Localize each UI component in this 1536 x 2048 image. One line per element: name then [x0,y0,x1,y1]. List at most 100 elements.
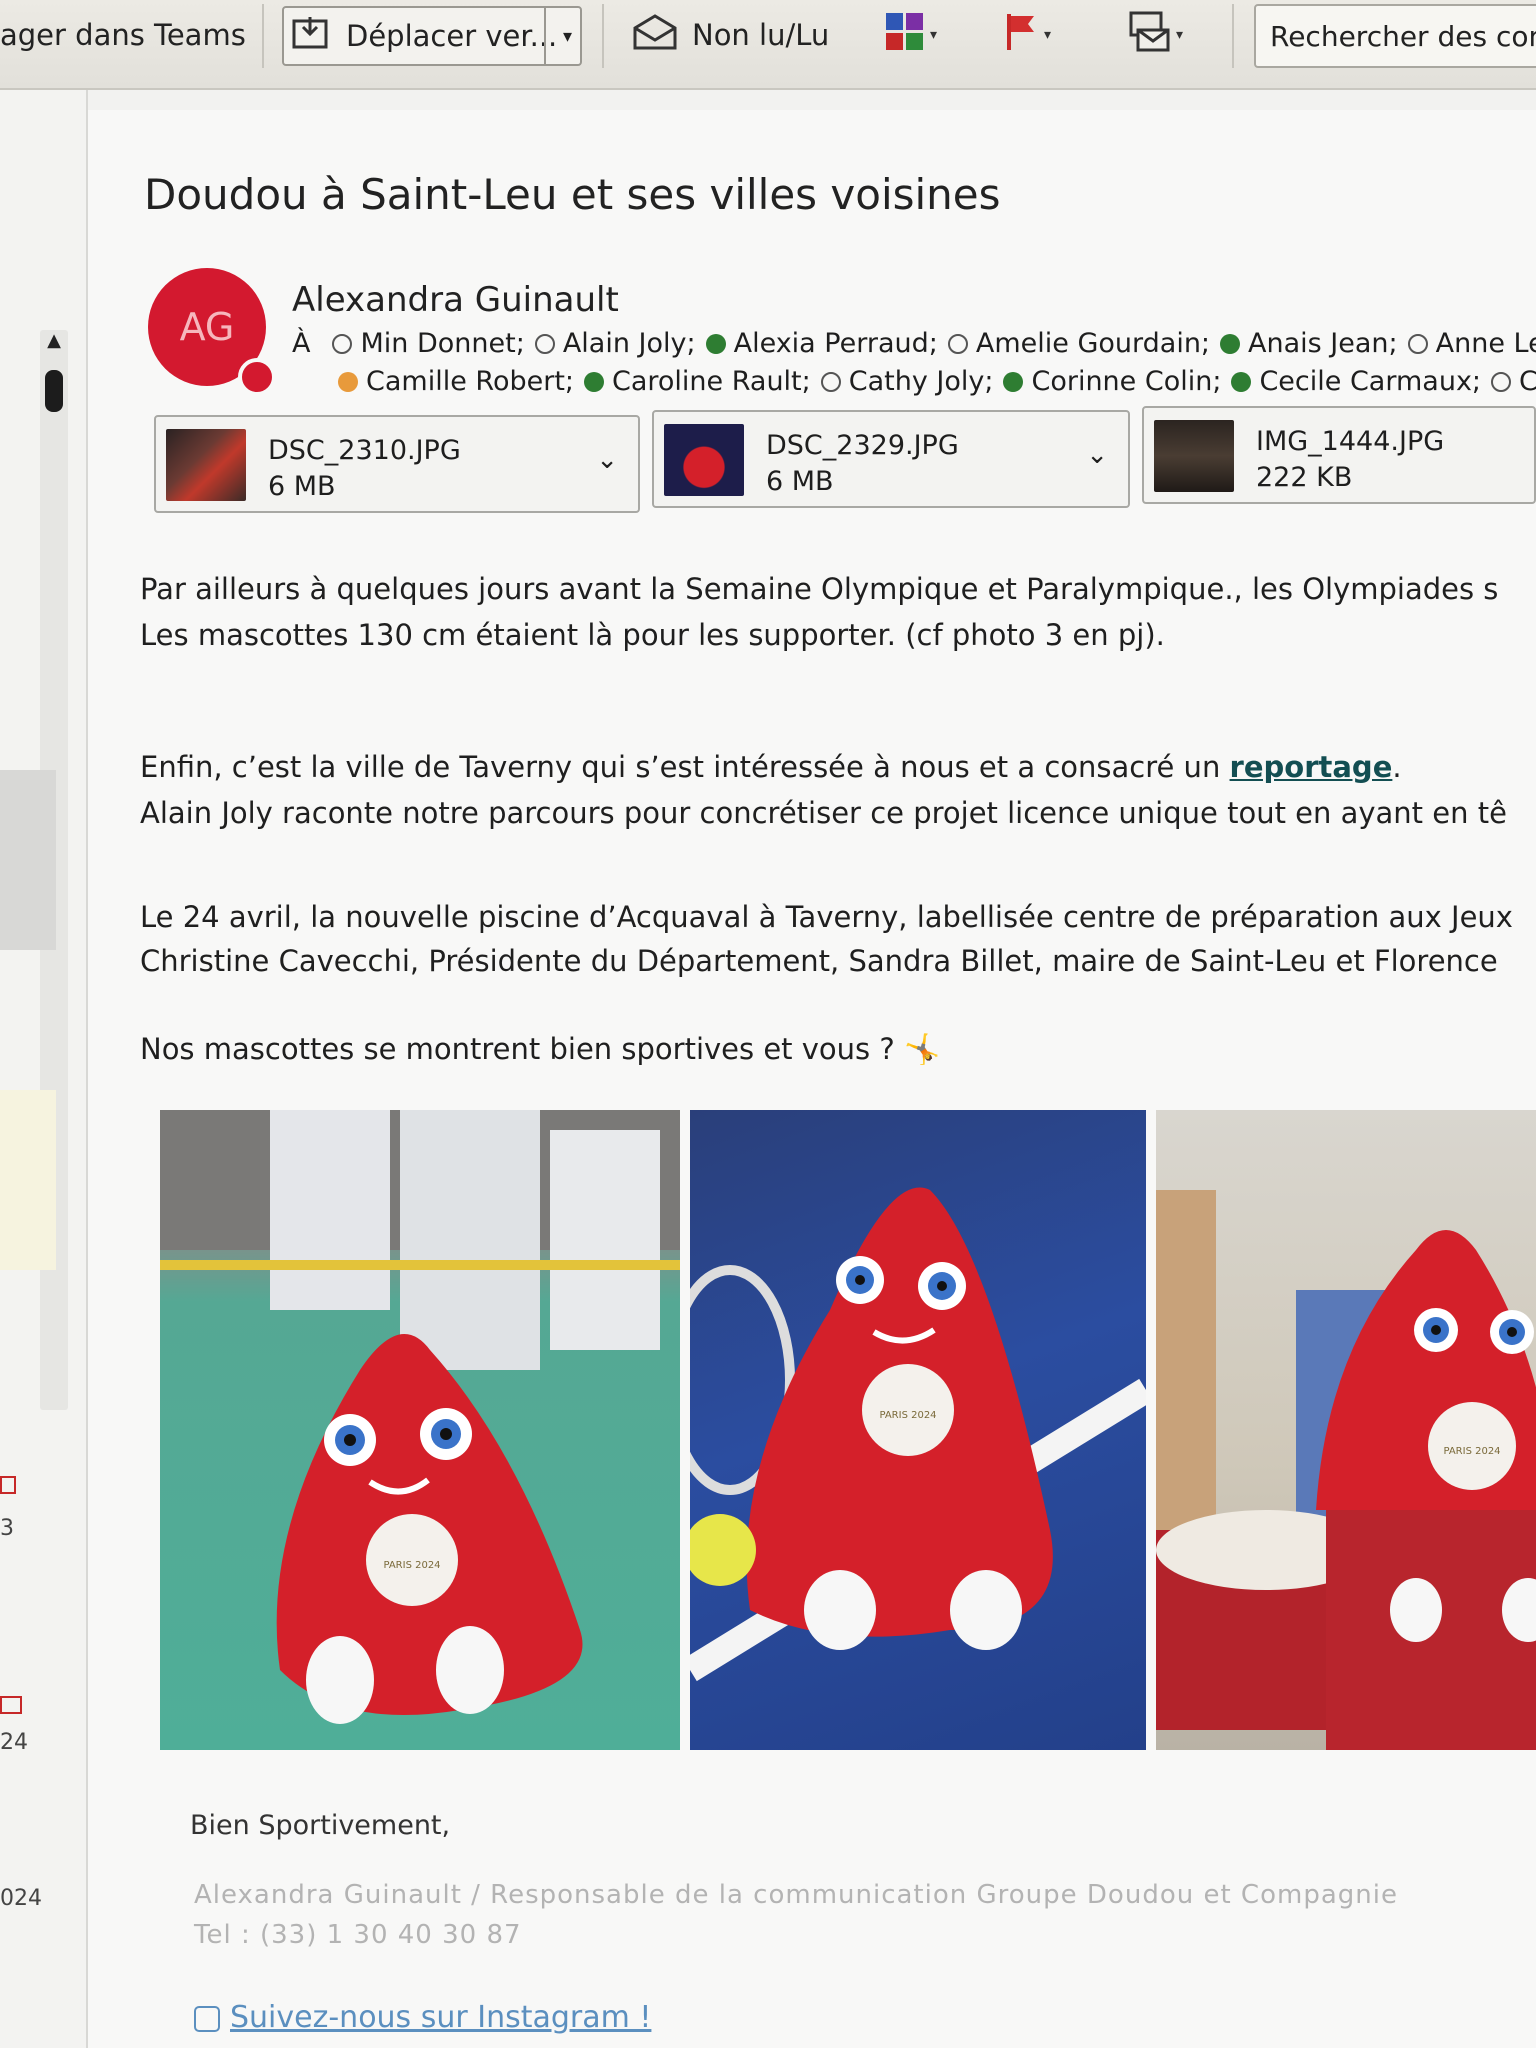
presence-indicator [238,358,276,396]
recipient-name: Anne Le [1435,328,1536,359]
follow-up-flag-button[interactable]: ▾ [1004,6,1051,64]
recipient[interactable]: Corinne Colin; [1003,366,1221,397]
chevron-down-icon[interactable]: ⌄ [1086,440,1108,470]
toolbar-divider [262,4,264,68]
inline-photo-gym[interactable]: PARIS 2024 [1156,1110,1536,1750]
scroll-up-arrow-icon[interactable]: ▲ [42,330,66,351]
list-item[interactable] [0,1090,56,1270]
chevron-down-icon[interactable]: ⌄ [596,445,618,475]
signature-line: Alexandra Guinault / Responsable de la c… [194,1880,1398,1910]
presence-status-icon [1231,371,1252,392]
chevron-down-icon: ▾ [1176,27,1184,43]
mascot-illustration: PARIS 2024 [690,1187,1146,1682]
share-to-teams-button[interactable]: ager dans Teams [0,6,246,64]
categorize-button[interactable]: ▾ [884,6,937,64]
mascot-illustration: PARIS 2024 [160,1110,680,1724]
recipient-name: Cecile Carmaux; [1259,366,1482,397]
presence-status-icon [534,333,555,354]
recipient-name: Caroline Rault; [612,366,811,397]
envelope-open-icon [632,13,678,57]
recipient-name: Alain Joly; [562,328,696,359]
unread-read-button[interactable]: Non lu/Lu [632,6,829,64]
recipient[interactable]: Amelie Gourdain; [947,328,1211,359]
reminder-icon [0,1696,22,1714]
recipient[interactable]: Alain Joly; [534,328,696,359]
presence-status-icon [705,333,726,354]
inline-photo-judo[interactable]: PARIS 2024 [160,1110,680,1750]
list-item[interactable] [0,770,56,950]
move-to-button[interactable]: Déplacer ver... ▾ [282,6,582,66]
instagram-link[interactable]: Suivez-nous sur Instagram ! [194,2000,651,2035]
attachment-card[interactable]: IMG_1444.JPG 222 KB [1142,406,1536,504]
mascot-badge-text: PARIS 2024 [879,1410,936,1421]
attachment-name: DSC_2310.JPG [268,435,461,466]
scrollbar-thumb[interactable] [45,370,63,412]
flag-icon [1004,12,1040,59]
move-to-label: Déplacer ver... [346,19,558,53]
recipient[interactable]: Camille Robert; [338,366,574,397]
mascot-illustration: PARIS 2024 [1156,1190,1536,1750]
recipient-name: Min Donnet; [360,328,525,359]
categorize-icon [884,11,926,60]
presence-status-icon [338,371,358,392]
recipient[interactable]: Cecile Carmaux; [1231,366,1481,397]
instagram-icon [194,2005,220,2032]
recipient[interactable]: Alexia Perraud; [705,328,938,359]
recipient-name: Alexia Perraud; [733,328,938,359]
mail-forward-icon [1128,10,1172,61]
closing-line: Bien Sportivement, [190,1810,451,1841]
body-paragraph: Alain Joly raconte notre parcours pour c… [140,796,1507,830]
attachment-thumbnail [664,424,744,496]
sender-name[interactable]: Alexandra Guinault [292,280,619,320]
attachment-thumbnail [166,429,246,501]
search-contacts-input[interactable]: Rechercher des con [1254,4,1536,68]
chevron-down-icon: ▾ [930,27,938,43]
move-folder-icon [292,15,332,58]
list-item-fragment: 3 [0,1516,14,1541]
body-paragraph: Nos mascottes se montrent bien sportives… [140,1032,941,1066]
attachment-size: 6 MB [268,471,336,502]
unread-read-label: Non lu/Lu [692,18,830,52]
presence-status-icon [820,371,841,392]
presence-status-icon [1407,333,1428,354]
attachment-name: DSC_2329.JPG [766,430,959,461]
recipient[interactable]: Min Donnet; [332,328,525,359]
reading-pane: Doudou à Saint-Leu et ses villes voisine… [88,110,1536,2048]
chevron-down-icon[interactable]: ▾ [563,26,572,47]
recipient-name: Cathy Joly; [848,366,994,397]
recipient[interactable]: Anais Jean; [1220,328,1398,359]
toolbar-divider [1232,4,1234,68]
attachment-size: 6 MB [766,466,834,497]
ribbon-toolbar: ager dans Teams Déplacer ver... ▾ Non lu… [0,0,1536,90]
body-paragraph: Christine Cavecchi, Présidente du Départ… [140,944,1498,978]
avatar-initials: AG [179,305,235,349]
attachment-size: 222 KB [1256,462,1353,493]
recipients-line: À Min Donnet; Alain Joly; Alexia Perraud; A… [292,328,1536,359]
recipient-name: Amelie Gourdain; [975,328,1211,359]
mascot-badge-text: PARIS 2024 [1443,1446,1500,1457]
recipient[interactable]: Cathy Joly; [820,366,994,397]
recipients-line: Camille Robert; Caroline Rault; Cathy Joly… [338,366,1536,397]
attachment-card[interactable]: DSC_2329.JPG 6 MB ⌄ [652,410,1130,508]
mascot-badge-text: PARIS 2024 [383,1560,440,1571]
reminder-icon [0,1476,16,1494]
message-list-edge: ▲ 3 24 024 [0,90,88,2048]
attachment-name: IMG_1444.JPG [1256,426,1445,457]
gymnast-emoji-icon: 🤸 [904,1032,941,1066]
body-paragraph: Par ailleurs à quelques jours avant la S… [140,572,1499,606]
recipient-name: Anais Jean; [1248,328,1398,359]
recipient[interactable]: Cle [1491,366,1536,397]
attachment-thumbnail [1154,420,1234,492]
email-subject: Doudou à Saint-Leu et ses villes voisine… [144,170,1001,219]
body-paragraph: Les mascottes 130 cm étaient là pour les… [140,618,1165,652]
recipient[interactable]: Caroline Rault; [584,366,811,397]
body-paragraph: Enfin, c’est la ville de Taverny qui s’e… [140,750,1402,784]
reportage-link[interactable]: reportage [1230,750,1393,784]
chevron-down-icon: ▾ [1044,27,1052,43]
recipient[interactable]: Anne Le [1407,328,1536,359]
quick-steps-button[interactable]: ▾ [1128,6,1183,64]
presence-status-icon [1003,371,1024,392]
recipient-name: Cle [1519,366,1536,397]
attachment-card[interactable]: DSC_2310.JPG 6 MB ⌄ [154,415,640,513]
inline-photo-tennis[interactable]: PARIS 2024 [690,1110,1146,1750]
